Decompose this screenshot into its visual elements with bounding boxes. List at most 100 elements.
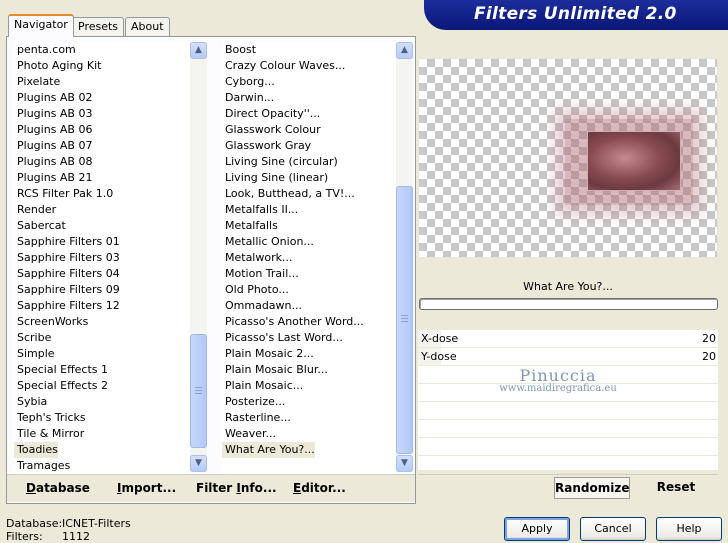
slider-x-dose[interactable]: X-dose 20 xyxy=(418,330,718,348)
filter-item[interactable]: Darwin... xyxy=(222,90,274,106)
empty-slider-row xyxy=(418,384,718,402)
cancel-button[interactable]: Cancel xyxy=(580,517,646,541)
selected-filter-name: What Are You?... xyxy=(523,280,613,293)
scroll-down-button[interactable]: ▼ xyxy=(190,455,207,472)
slider-label: Y-dose xyxy=(421,350,457,363)
filter-item[interactable]: Rasterline... xyxy=(222,410,291,426)
title-banner: Filters Unlimited 2.0 xyxy=(424,0,728,30)
status-filters-label: Filters: xyxy=(6,530,43,543)
filter-item[interactable]: Look, Butthead, a TV!... xyxy=(222,186,355,202)
filter-item[interactable]: Living Sine (circular) xyxy=(222,154,338,170)
category-item[interactable]: Plugins AB 07 xyxy=(14,138,92,154)
filter-item[interactable]: What Are You?... xyxy=(222,442,315,458)
tab-label: About xyxy=(131,20,164,33)
tab-about[interactable]: About xyxy=(125,17,170,36)
slider-y-dose[interactable]: Y-dose 20 xyxy=(418,348,718,366)
category-item[interactable]: Sabercat xyxy=(14,218,66,234)
category-item[interactable]: penta.com xyxy=(14,42,76,58)
editor-button[interactable]: Editor... xyxy=(293,476,346,500)
progress-bar xyxy=(419,298,718,310)
filter-item[interactable]: Plain Mosaic 2... xyxy=(222,346,314,362)
empty-slider-row xyxy=(418,402,718,420)
filter-item[interactable]: Plain Mosaic Blur... xyxy=(222,362,328,378)
filter-item[interactable]: Ommadawn... xyxy=(222,298,302,314)
slider-value: 20 xyxy=(702,350,716,363)
filter-item[interactable]: Boost xyxy=(222,42,256,58)
filter-item[interactable]: Glasswork Colour xyxy=(222,122,321,138)
filter-item[interactable]: Plain Mosaic... xyxy=(222,378,303,394)
slider-value: 20 xyxy=(702,332,716,345)
randomize-button[interactable]: Randomize xyxy=(554,477,630,499)
filter-item[interactable]: Direct Opacity''... xyxy=(222,106,320,122)
category-item[interactable]: Tile & Mirror xyxy=(14,426,84,442)
category-item[interactable]: Teph's Tricks xyxy=(14,410,86,426)
category-item[interactable]: RCS Filter Pak 1.0 xyxy=(14,186,113,202)
filter-item[interactable]: Living Sine (linear) xyxy=(222,170,328,186)
filter-item[interactable]: Metalfalls II... xyxy=(222,202,298,218)
filter-item[interactable]: Picasso's Last Word... xyxy=(222,330,343,346)
category-item[interactable]: Sapphire Filters 09 xyxy=(14,282,120,298)
filter-item[interactable]: Metalwork... xyxy=(222,250,292,266)
scroll-thumb[interactable] xyxy=(396,186,413,454)
category-item[interactable]: Simple xyxy=(14,346,55,362)
category-item[interactable]: Plugins AB 03 xyxy=(14,106,92,122)
tab-label: Presets xyxy=(78,20,119,33)
status-database-label: Database: xyxy=(6,517,63,530)
category-item[interactable]: Special Effects 2 xyxy=(14,378,108,394)
category-item[interactable]: Sapphire Filters 04 xyxy=(14,266,120,282)
empty-slider-row xyxy=(418,420,718,438)
parameter-area: X-dose 20 Y-dose 20 xyxy=(418,330,718,470)
help-button[interactable]: Help xyxy=(656,517,722,541)
preview-area xyxy=(418,58,718,258)
category-item[interactable]: Scribe xyxy=(14,330,51,346)
category-item[interactable]: Special Effects 1 xyxy=(14,362,108,378)
category-item[interactable]: Sybia xyxy=(14,394,47,410)
filter-item[interactable]: Old Photo... xyxy=(222,282,289,298)
filter-item[interactable]: Glasswork Gray xyxy=(222,138,311,154)
status-database: Database: ICNET-Filters xyxy=(6,517,131,530)
tab-presets[interactable]: Presets xyxy=(72,17,125,36)
filter-item[interactable]: Cyborg... xyxy=(222,74,275,90)
scroll-up-button[interactable]: ▲ xyxy=(190,42,207,59)
banner-title: Filters Unlimited 2.0 xyxy=(474,4,677,24)
filter-item[interactable]: Metalfalls xyxy=(222,218,278,234)
slider-label: X-dose xyxy=(421,332,459,345)
category-item[interactable]: Plugins AB 06 xyxy=(14,122,92,138)
category-item[interactable]: Sapphire Filters 12 xyxy=(14,298,120,314)
category-list[interactable]: penta.com Photo Aging Kit Pixelate Plugins … xyxy=(14,42,190,474)
filter-item[interactable]: Crazy Colour Waves... xyxy=(222,58,345,74)
category-item[interactable]: Pixelate xyxy=(14,74,60,90)
filter-item[interactable]: Picasso's Another Word... xyxy=(222,314,364,330)
filter-item[interactable]: Posterize... xyxy=(222,394,285,410)
tab-label: Navigator xyxy=(14,18,68,31)
filter-item[interactable]: Motion Trail... xyxy=(222,266,299,282)
tab-navigator[interactable]: Navigator xyxy=(8,14,74,37)
category-item[interactable]: Render xyxy=(14,202,56,218)
scroll-down-button[interactable]: ▼ xyxy=(396,455,413,472)
preview-image xyxy=(587,131,681,191)
category-item[interactable]: Tramages xyxy=(14,458,70,474)
filter-info-button[interactable]: Filter Info... xyxy=(196,476,277,500)
scroll-up-button[interactable]: ▲ xyxy=(396,42,413,59)
filter-scrollbar[interactable]: ▲ ▼ xyxy=(396,42,413,472)
empty-slider-row xyxy=(418,366,718,384)
reset-button[interactable]: Reset xyxy=(652,477,700,499)
import-button[interactable]: Import... xyxy=(117,476,176,500)
category-item[interactable]: Plugins AB 21 xyxy=(14,170,92,186)
filter-list[interactable]: Boost Crazy Colour Waves... Cyborg... Darwi… xyxy=(222,42,396,474)
status-filters-value: 1112 xyxy=(62,530,90,543)
apply-button[interactable]: Apply xyxy=(504,517,570,541)
category-scrollbar[interactable]: ▲ ▼ xyxy=(190,42,207,472)
empty-slider-row xyxy=(418,438,718,456)
category-item[interactable]: Sapphire Filters 03 xyxy=(14,250,120,266)
category-item[interactable]: Photo Aging Kit xyxy=(14,58,101,74)
filter-item[interactable]: Metallic Onion... xyxy=(222,234,314,250)
category-item[interactable]: Plugins AB 08 xyxy=(14,154,92,170)
database-button[interactable]: Database xyxy=(26,476,90,500)
category-item[interactable]: Plugins AB 02 xyxy=(14,90,92,106)
category-item[interactable]: Sapphire Filters 01 xyxy=(14,234,120,250)
category-item[interactable]: ScreenWorks xyxy=(14,314,88,330)
scroll-thumb[interactable] xyxy=(190,334,207,448)
category-item[interactable]: Toadies xyxy=(14,442,58,458)
filter-item[interactable]: Weaver... xyxy=(222,426,276,442)
